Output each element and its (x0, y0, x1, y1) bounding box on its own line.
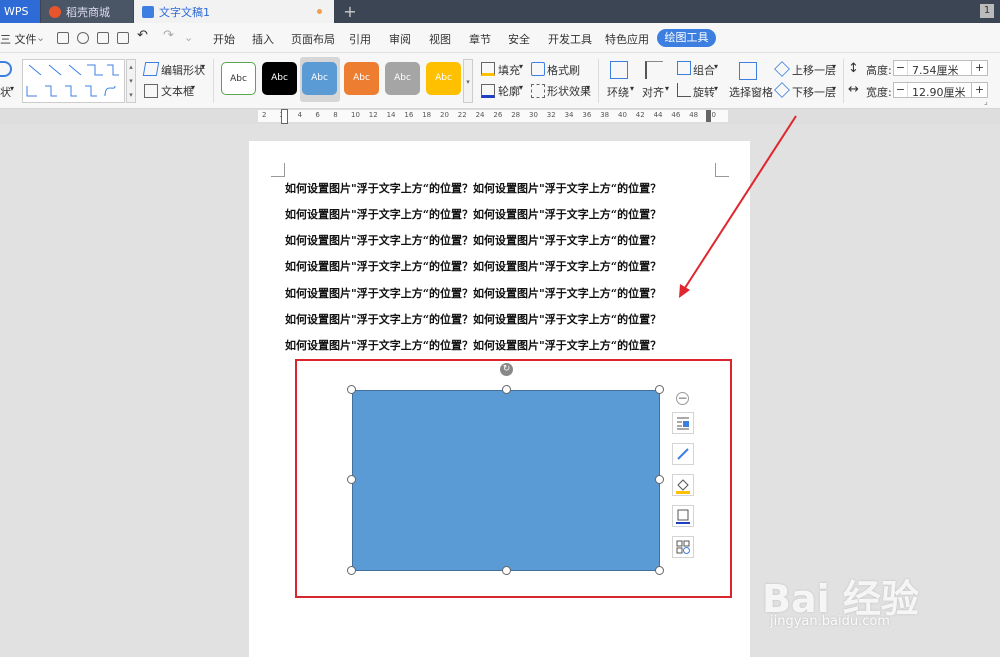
watermark-url: jingyan.baidu.com (770, 614, 890, 629)
baidu-watermark: Bai 经验 jingyan.baidu.com (762, 540, 992, 640)
